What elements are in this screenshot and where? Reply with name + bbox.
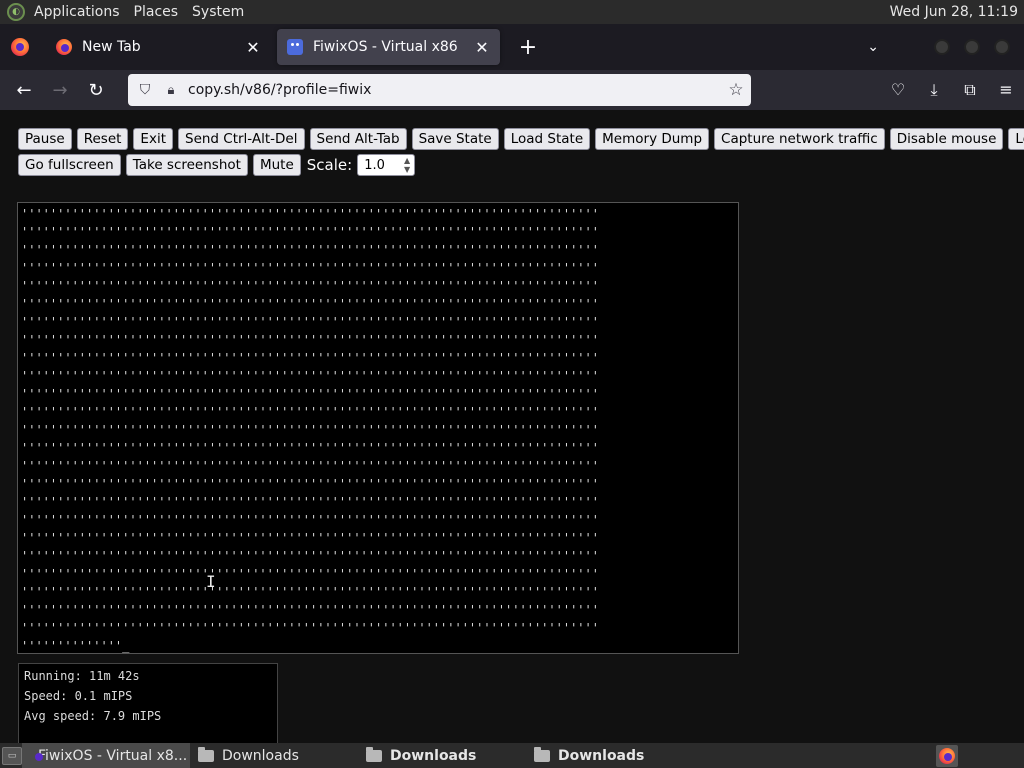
scale-input[interactable]: 1.0 ▲ ▼ bbox=[357, 154, 416, 176]
minimize-window-icon[interactable] bbox=[934, 39, 950, 55]
capture-network-traffic-button[interactable]: Capture network traffic bbox=[714, 128, 885, 150]
taskbar-item-label: FiwixOS - Virtual x8... bbox=[38, 747, 188, 764]
toolbar-right: ♡ ⤓ ⧉ ≡ bbox=[880, 80, 1024, 100]
memory-dump-button[interactable]: Memory Dump bbox=[595, 128, 710, 150]
shield-icon[interactable]: ⛉ bbox=[136, 82, 154, 98]
fiwix-favicon-icon bbox=[287, 39, 303, 55]
taskbar-item-label: Downloads bbox=[558, 747, 645, 764]
firefox-icon bbox=[939, 747, 955, 764]
pocket-icon[interactable]: ♡ bbox=[880, 80, 916, 100]
taskbar-item-firefox[interactable]: FiwixOS - Virtual x8... bbox=[22, 743, 190, 768]
taskbar-item-label: Downloads bbox=[390, 747, 477, 764]
distro-logo-icon[interactable]: ◐ bbox=[7, 3, 25, 21]
spinner-arrows-icon[interactable]: ▲ ▼ bbox=[404, 156, 410, 174]
folder-icon bbox=[534, 746, 550, 762]
tab-label: FiwixOS - Virtual x86 bbox=[313, 39, 458, 55]
tab-fiwixos[interactable]: FiwixOS - Virtual x86 ✕ bbox=[277, 29, 500, 65]
page-content: Pause Reset Exit Send Ctrl-Alt-Del Send … bbox=[0, 110, 1024, 743]
extensions-icon[interactable]: ⧉ bbox=[952, 80, 988, 100]
taskbar-item-downloads[interactable]: Downloads bbox=[190, 743, 358, 768]
tab-bar: New Tab ✕ FiwixOS - Virtual x86 ✕ + ⌄ bbox=[0, 24, 1024, 70]
firefox-view-icon[interactable] bbox=[11, 38, 29, 56]
lock-mouse-button[interactable]: Lock mouse bbox=[1008, 128, 1024, 150]
avg-speed-readout: Avg speed: 7.9 mIPS bbox=[24, 709, 162, 723]
forward-button[interactable]: → bbox=[42, 80, 78, 101]
scale-label: Scale: bbox=[306, 156, 353, 174]
taskbar: ▭ FiwixOS - Virtual x8... Downloads Down… bbox=[0, 743, 1024, 768]
new-tab-button[interactable]: + bbox=[516, 35, 540, 60]
status-panel: Running: 11m 42s Speed: 0.1 mIPS Avg spe… bbox=[18, 663, 278, 743]
close-window-icon[interactable] bbox=[994, 39, 1010, 55]
show-desktop-icon[interactable]: ▭ bbox=[2, 746, 22, 765]
system-menu[interactable]: System bbox=[185, 4, 251, 20]
save-state-button[interactable]: Save State bbox=[411, 128, 499, 150]
close-tab-icon[interactable]: ✕ bbox=[245, 38, 261, 57]
taskbar-item-downloads[interactable]: Downloads bbox=[358, 743, 526, 768]
reset-button[interactable]: Reset bbox=[76, 128, 129, 150]
applications-menu[interactable]: Applications bbox=[27, 4, 127, 20]
panel-menus: Applications Places System bbox=[27, 0, 251, 24]
disable-mouse-button[interactable]: Disable mouse bbox=[889, 128, 1004, 150]
running-time: Running: 11m 42s bbox=[24, 669, 140, 683]
pause-button[interactable]: Pause bbox=[18, 128, 72, 150]
mute-button[interactable]: Mute bbox=[252, 154, 301, 176]
scale-value: 1.0 bbox=[364, 157, 385, 173]
tray-firefox-icon[interactable] bbox=[936, 744, 958, 767]
speed-readout: Speed: 0.1 mIPS bbox=[24, 689, 133, 703]
hamburger-menu-icon[interactable]: ≡ bbox=[988, 80, 1024, 100]
bookmark-star-icon[interactable]: ☆ bbox=[721, 80, 751, 100]
send-alt-tab-button[interactable]: Send Alt-Tab bbox=[309, 128, 407, 150]
exit-button[interactable]: Exit bbox=[133, 128, 173, 150]
clock[interactable]: Wed Jun 28, 11:19 bbox=[890, 4, 1024, 20]
text-cursor-icon: I bbox=[206, 572, 216, 591]
tab-label: New Tab bbox=[82, 39, 141, 55]
go-fullscreen-button[interactable]: Go fullscreen bbox=[18, 154, 121, 176]
url-bar[interactable]: ⛉ 🔒︎ copy.sh/v86/?profile=fiwix ☆ bbox=[128, 74, 751, 106]
places-menu[interactable]: Places bbox=[127, 4, 186, 20]
folder-icon bbox=[366, 746, 382, 762]
maximize-window-icon[interactable] bbox=[964, 39, 980, 55]
top-panel: ◐ Applications Places System Wed Jun 28,… bbox=[0, 0, 1024, 24]
send-ctrl-alt-del-button[interactable]: Send Ctrl-Alt-Del bbox=[178, 128, 305, 150]
tab-new-tab[interactable]: New Tab ✕ bbox=[46, 29, 271, 65]
reload-button[interactable]: ↻ bbox=[78, 80, 114, 101]
emulator-screen[interactable]: ''''''''''''''''''''''''''''''''''''''''… bbox=[17, 202, 739, 654]
emulator-controls: Pause Reset Exit Send Ctrl-Alt-Del Send … bbox=[18, 128, 1024, 180]
close-tab-icon[interactable]: ✕ bbox=[474, 38, 490, 57]
chevron-down-icon[interactable]: ⌄ bbox=[867, 39, 879, 55]
taskbar-item-label: Downloads bbox=[222, 747, 299, 764]
controls-row-1: Pause Reset Exit Send Ctrl-Alt-Del Send … bbox=[18, 128, 1024, 150]
downloads-icon[interactable]: ⤓ bbox=[916, 80, 952, 100]
taskbar-item-downloads[interactable]: Downloads bbox=[526, 743, 694, 768]
lock-icon[interactable]: 🔒︎ bbox=[162, 83, 180, 98]
url-text[interactable]: copy.sh/v86/?profile=fiwix bbox=[188, 82, 721, 98]
firefox-favicon-icon bbox=[56, 39, 72, 55]
load-state-button[interactable]: Load State bbox=[503, 128, 591, 150]
take-screenshot-button[interactable]: Take screenshot bbox=[125, 154, 248, 176]
controls-row-2: Go fullscreen Take screenshot Mute Scale… bbox=[18, 154, 1018, 176]
back-button[interactable]: ← bbox=[6, 80, 42, 101]
navigation-bar: ← → ↻ ⛉ 🔒︎ copy.sh/v86/?profile=fiwix ☆ … bbox=[0, 70, 1024, 110]
folder-icon bbox=[198, 746, 214, 762]
